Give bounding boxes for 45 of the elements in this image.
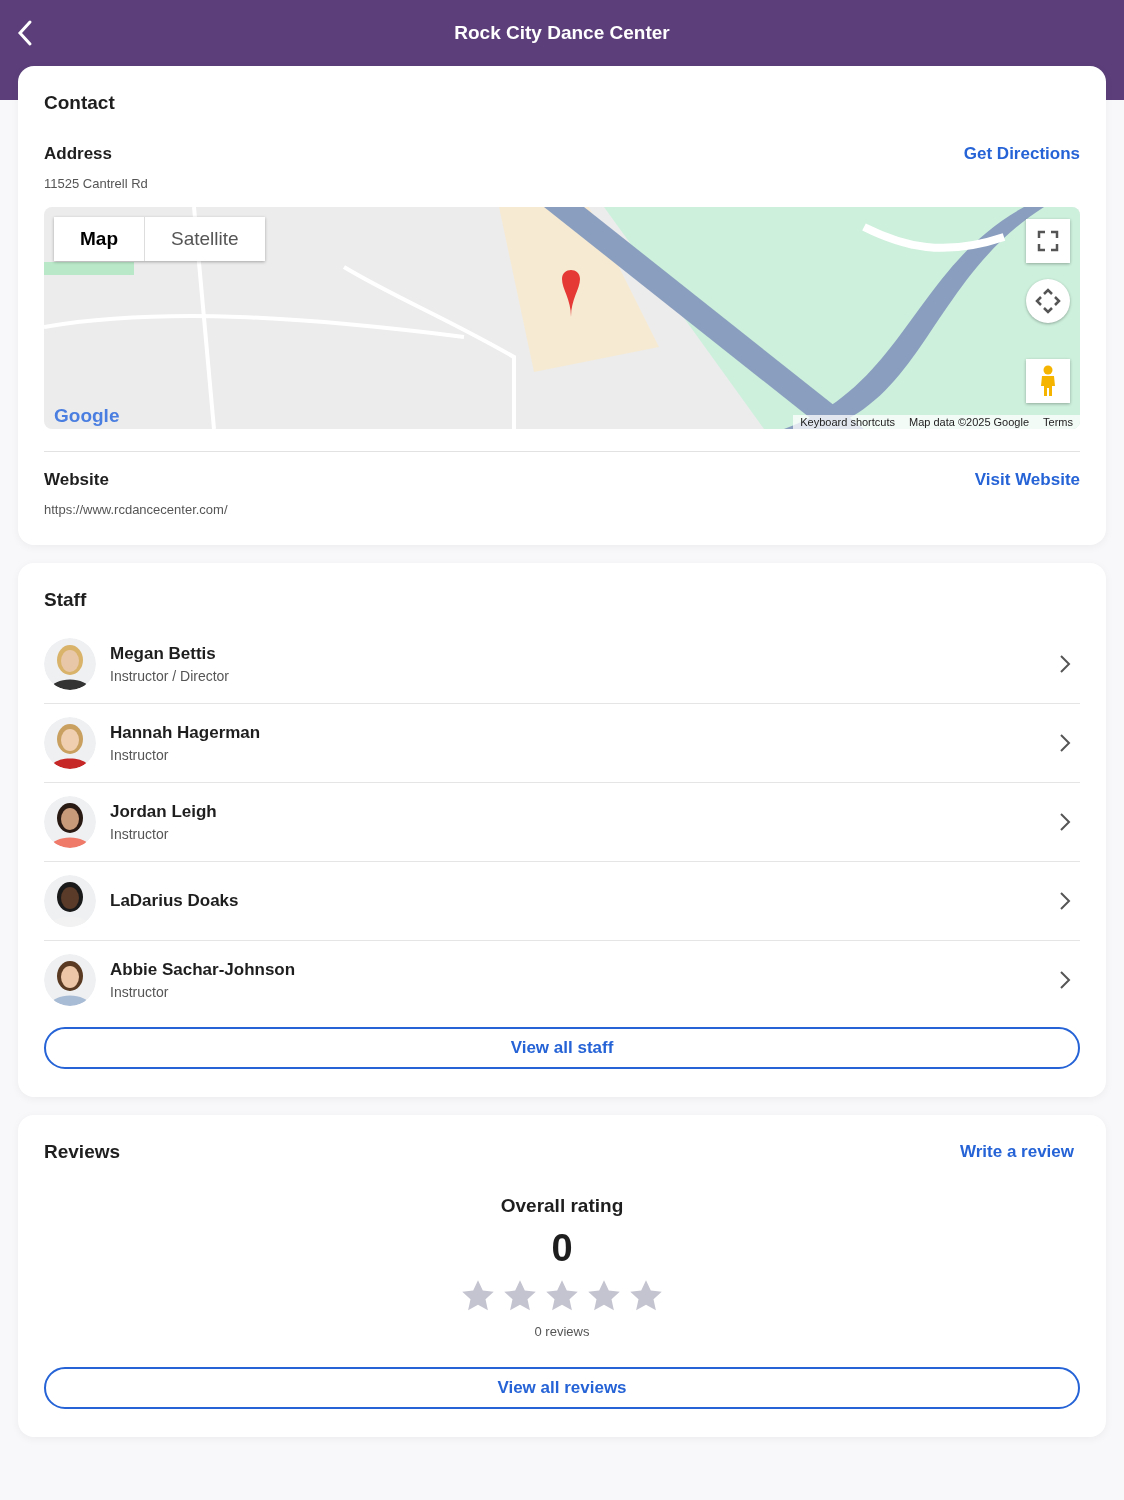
staff-role: Instructor / Director [110, 668, 231, 684]
staff-name: Hannah Hagerman [110, 723, 262, 743]
website-url: https://www.rcdancecenter.com/ [44, 502, 229, 517]
attribution-link[interactable]: Terms [1036, 415, 1080, 429]
section-title: Reviews [44, 1141, 121, 1163]
chevron-right-icon [1058, 812, 1072, 832]
chevron-right-icon [1058, 733, 1072, 753]
staff-name: Megan Bettis [110, 644, 217, 664]
fullscreen-button[interactable] [1026, 219, 1070, 263]
review-count: 0 reviews [534, 1324, 590, 1339]
staff-role: Instructor [110, 747, 170, 763]
person-icon [1039, 365, 1057, 397]
map-logo: Google [54, 405, 120, 427]
attribution-text: Map data ©2025 Google [908, 415, 1031, 429]
staff-row[interactable]: Hannah Hagerman Instructor [44, 704, 1080, 783]
staff-name: Jordan Leigh [110, 802, 218, 822]
staff-role: Instructor [110, 826, 170, 842]
chevron-right-icon [1058, 654, 1072, 674]
staff-name: LaDarius Doaks [110, 891, 240, 911]
staff-row[interactable]: LaDarius Doaks [44, 862, 1080, 941]
section-title: Staff [44, 589, 88, 611]
view-all-reviews-button[interactable]: View all reviews [44, 1367, 1080, 1409]
fullscreen-icon [1037, 230, 1059, 252]
staff-row[interactable]: Abbie Sachar-Johnson Instructor [44, 941, 1080, 1019]
rating-label: Overall rating [500, 1195, 624, 1217]
website-link[interactable]: Visit Website [974, 470, 1080, 490]
page-title: Rock City Dance Center [454, 22, 670, 44]
staff-row[interactable]: Jordan Leigh Instructor [44, 783, 1080, 862]
map-type-tab[interactable]: Map [54, 217, 144, 261]
attribution-link[interactable]: Keyboard shortcuts [793, 415, 902, 429]
chevron-right-icon [1058, 891, 1072, 911]
directions-link[interactable]: Get Directions [963, 144, 1080, 164]
staff-name: Abbie Sachar-Johnson [110, 960, 297, 980]
view-all-staff-button[interactable]: View all staff [44, 1027, 1080, 1069]
staff-row[interactable]: Megan Bettis Instructor / Director [44, 625, 1080, 704]
write-review-link[interactable]: Write a review [959, 1142, 1074, 1162]
rating-score: 0 [551, 1227, 573, 1270]
map-type-tab[interactable]: Satellite [144, 217, 265, 261]
arrows-icon [1035, 288, 1061, 314]
chevron-right-icon [1058, 970, 1072, 990]
staff-role: Instructor [110, 984, 170, 1000]
field-label: Address [44, 144, 113, 164]
field-label: Website [44, 470, 109, 490]
section-title: Contact [44, 92, 116, 114]
address-text: 11525 Cantrell Rd [44, 176, 149, 191]
